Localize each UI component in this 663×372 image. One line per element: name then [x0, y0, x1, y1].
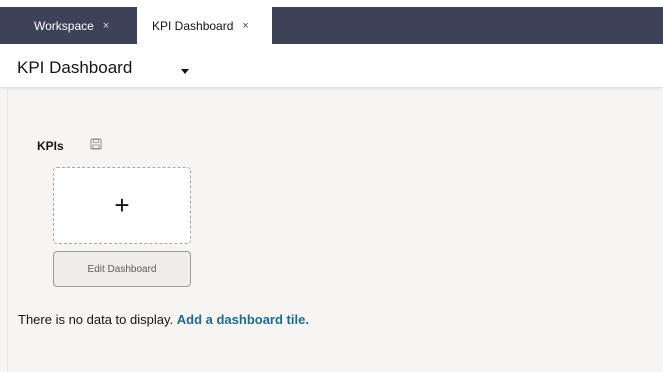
page-title[interactable]: KPI Dashboard — [17, 58, 132, 78]
left-divider — [7, 88, 8, 372]
tab-workspace-label: Workspace — [34, 18, 94, 33]
add-tile-button[interactable]: + — [53, 167, 191, 244]
tab-kpi-dashboard-close-icon[interactable]: × — [242, 20, 248, 32]
page-header: KPI Dashboard — [0, 44, 663, 88]
plus-icon: + — [114, 189, 130, 220]
chevron-down-icon[interactable] — [181, 69, 189, 74]
add-dashboard-tile-link[interactable]: Add a dashboard tile. — [177, 312, 309, 327]
tab-workspace-close-icon[interactable]: × — [103, 20, 109, 32]
empty-state-text: There is no data to display. — [18, 312, 174, 327]
edit-dashboard-button[interactable]: Edit Dashboard — [53, 251, 191, 287]
save-icon[interactable] — [90, 138, 102, 150]
tab-kpi-dashboard[interactable]: KPI Dashboard × — [137, 7, 272, 44]
empty-state-message: There is no data to display. Add a dashb… — [18, 312, 309, 327]
kpis-section-title: KPIs — [37, 139, 64, 153]
tab-kpi-dashboard-label: KPI Dashboard — [152, 18, 234, 33]
tab-workspace[interactable]: Workspace × — [17, 7, 133, 44]
tab-bar: Workspace × KPI Dashboard × — [0, 0, 663, 44]
